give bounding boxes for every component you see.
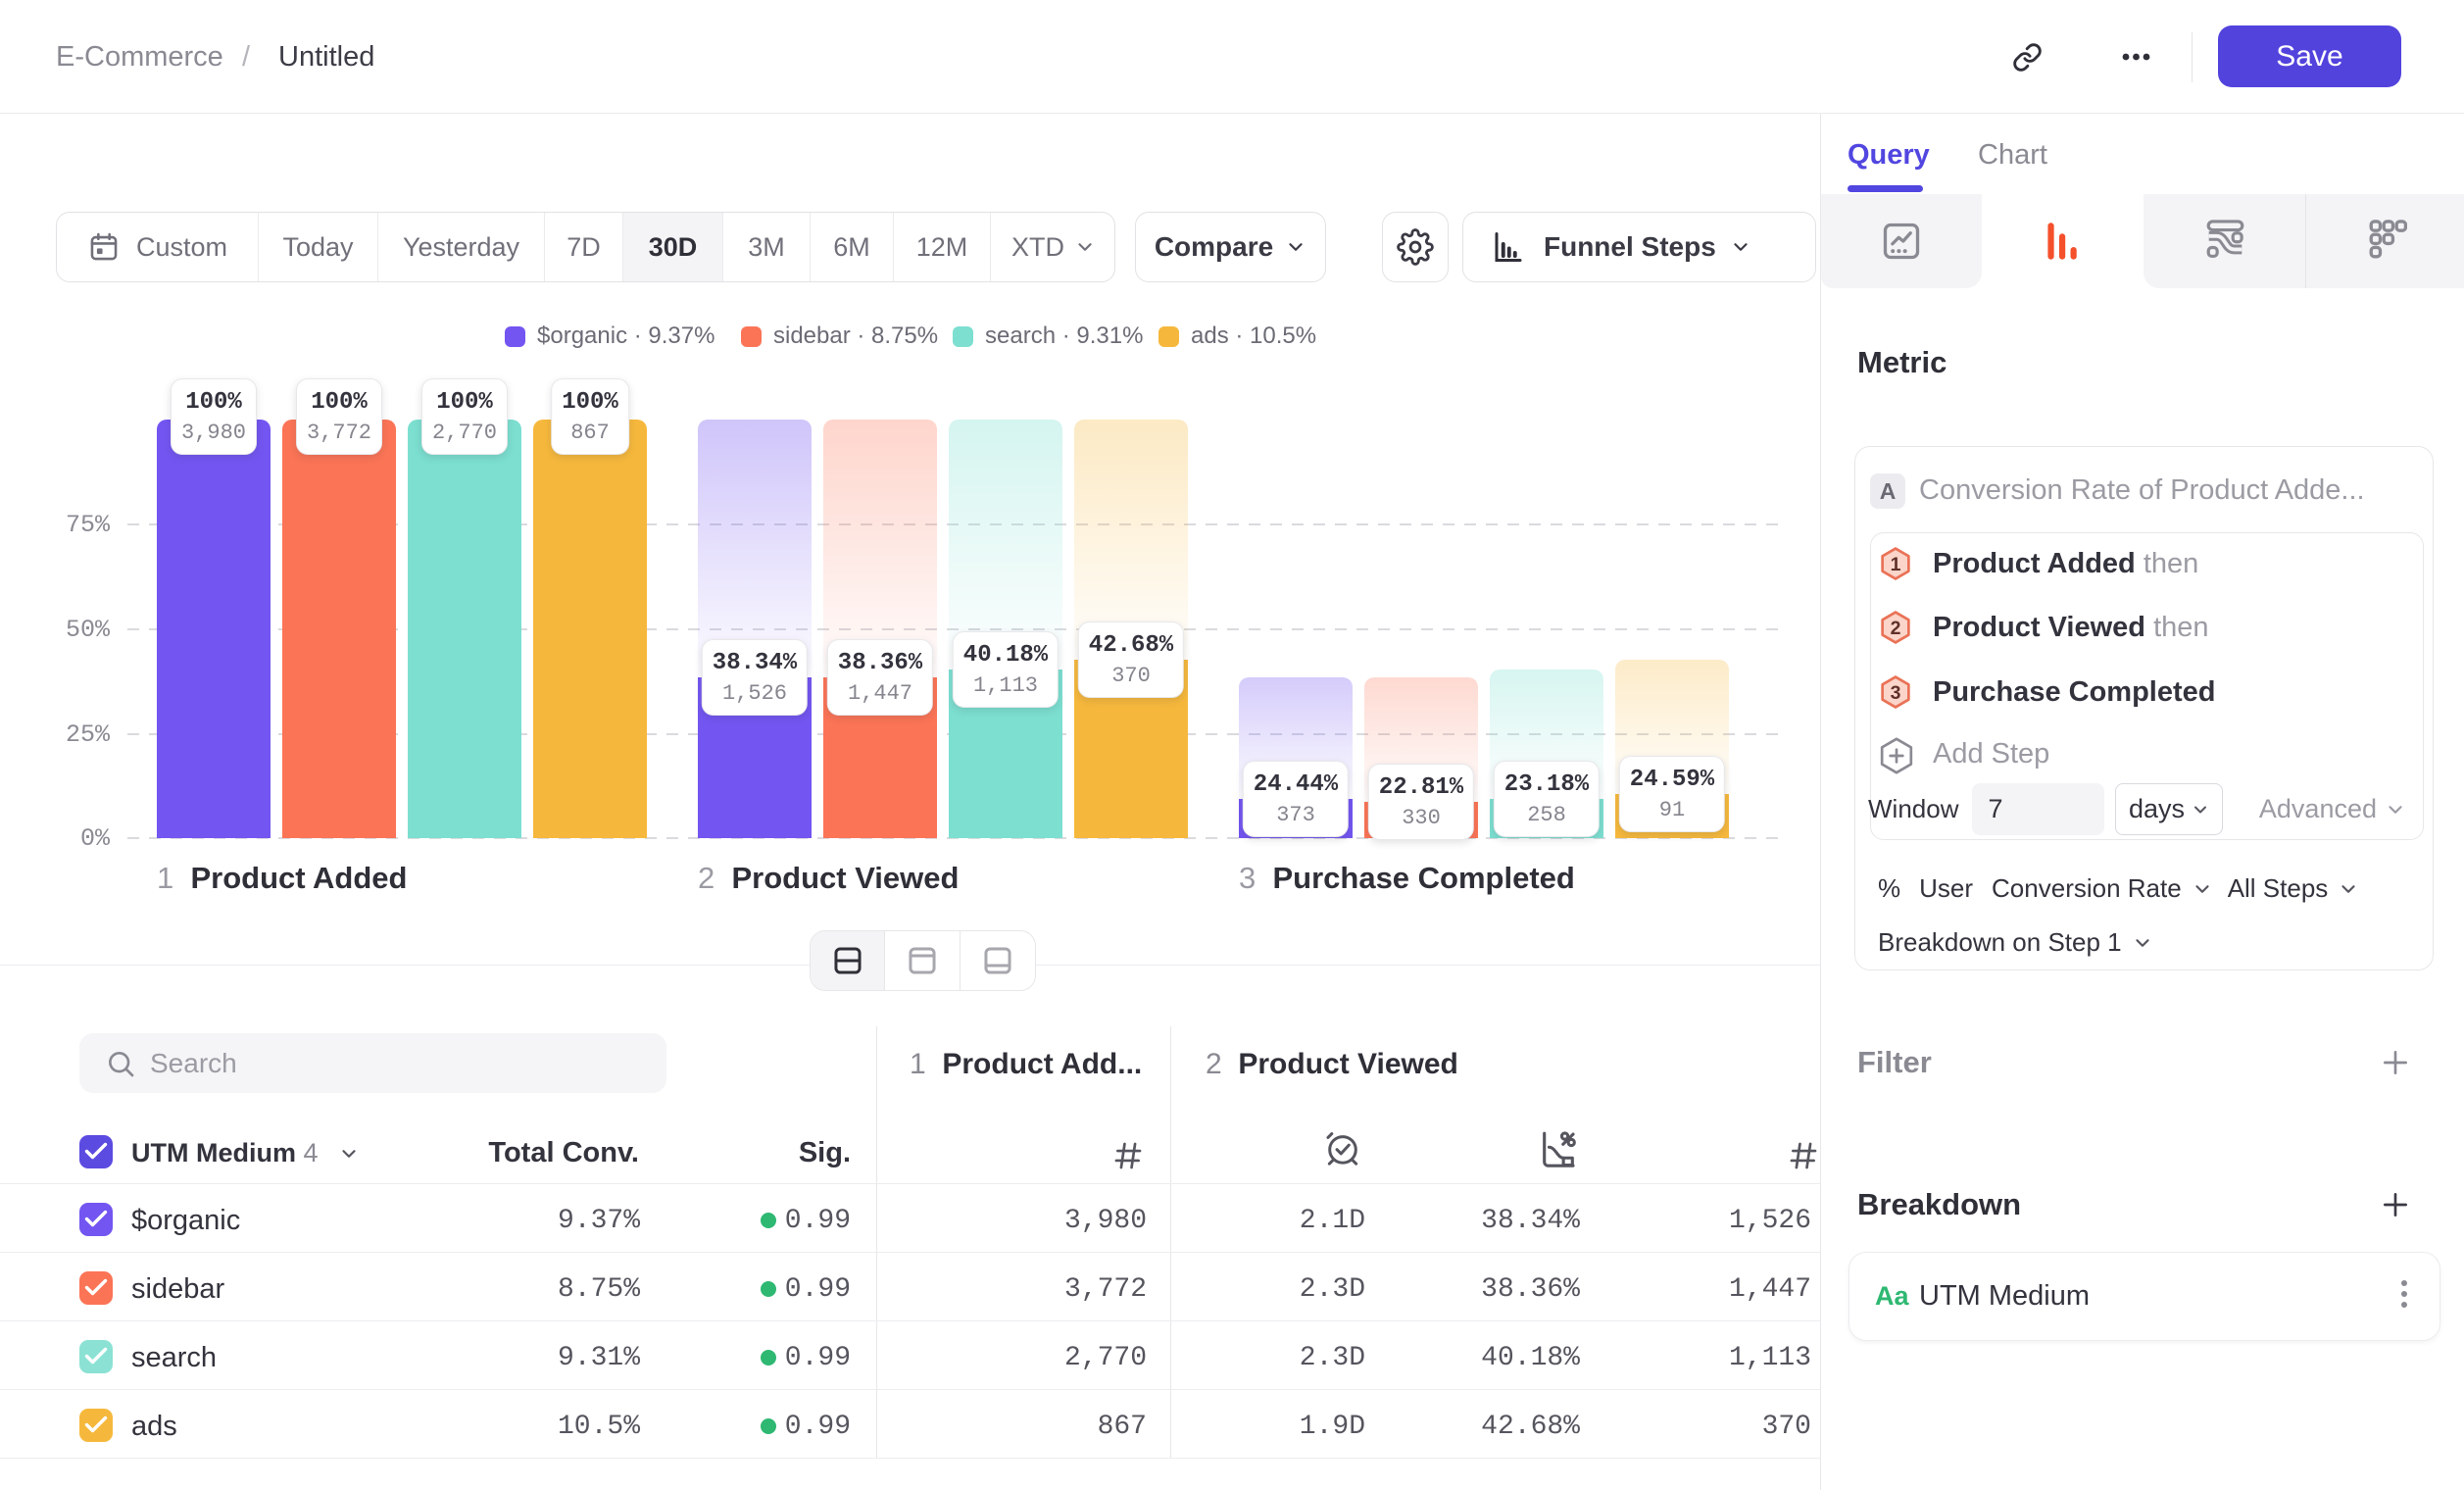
svg-text:2: 2 — [1891, 618, 1901, 639]
svg-text:3: 3 — [1891, 682, 1901, 704]
svg-text:1: 1 — [1891, 554, 1901, 575]
